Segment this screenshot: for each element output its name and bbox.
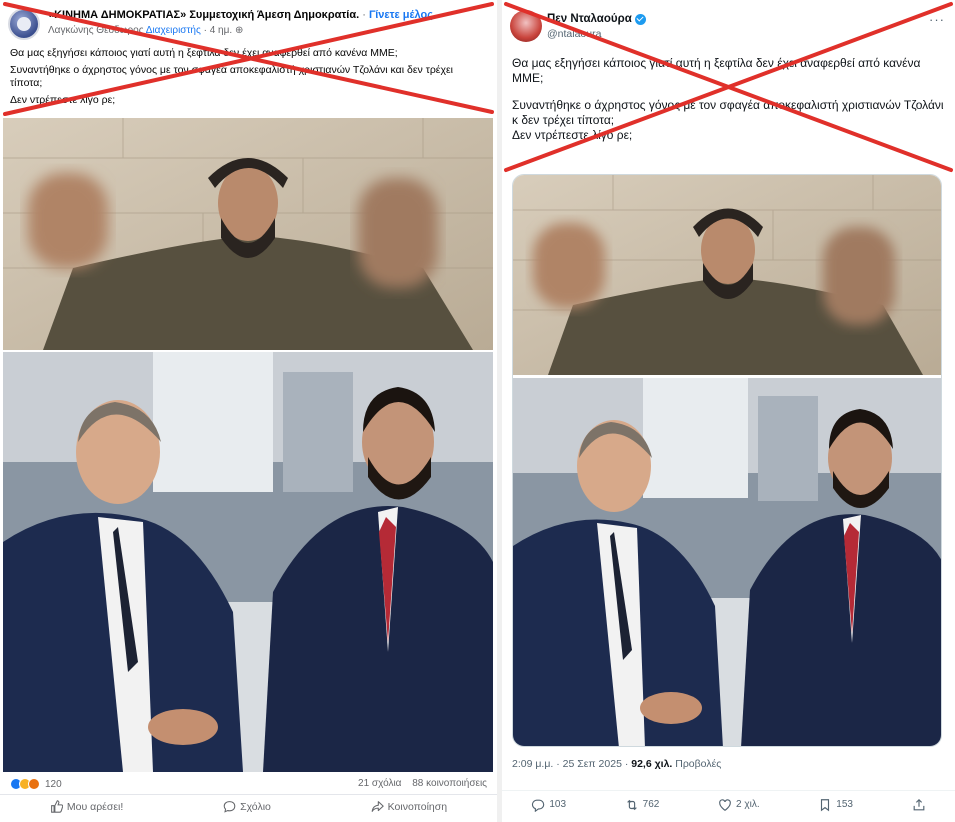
join-group-link[interactable]: Γίνετε μέλος [369, 9, 433, 21]
author-name[interactable]: Λαγκώνης Θεοδωρος [48, 25, 144, 36]
author-role: Διαχειριστής [145, 25, 201, 36]
user-handle[interactable]: @ntalaoura [547, 28, 601, 40]
comment-label: Σχόλιο [240, 800, 271, 813]
post-header: «ΚΙΝΗΜΑ ΔΗΜΟΚΡΑΤΙΑΣ» Συμμετοχική Άμεση Δ… [8, 6, 493, 40]
post-text-line: Συναντήθηκε ο άχρηστος γόνος με τον σφαγ… [10, 64, 454, 89]
post-actions: Μου αρέσει! Σχόλιο Κοινοποίηση [0, 794, 497, 818]
tweet-meta: 2:09 μ.μ. · 25 Σεπ 2025 · 92,6 χιλ. Προβ… [512, 758, 721, 770]
heart-icon [719, 798, 731, 811]
repost-button[interactable]: 762 [625, 798, 660, 812]
facebook-post: «ΚΙΝΗΜΑ ΔΗΜΟΚΡΑΤΙΑΣ» Συμμετοχική Άμεση Δ… [0, 0, 497, 822]
tweet-photo-bottom[interactable] [513, 378, 941, 746]
reply-count: 103 [549, 799, 567, 810]
reaction-summary[interactable]: 120 [10, 778, 62, 790]
like-button[interactable]: Μου αρέσει! [50, 800, 123, 813]
share-icon [371, 801, 384, 812]
tweet-photo-top[interactable] [513, 175, 941, 375]
x-post: Πεν Νταλαούρα @ntalaoura ··· Θα μας εξηγ… [502, 0, 955, 822]
like-count: 2 χιλ. [736, 799, 760, 810]
post-text: Θα μας εξηγήσει κάποιος γιατί αυτή η ξεφ… [10, 47, 480, 111]
post-text-line: Δεν ντρέπεστε λίγο ρε; [10, 94, 116, 106]
bookmark-count: 153 [836, 799, 853, 810]
author-line: Λαγκώνης Θεοδωρος Διαχειριστής · 4 ημ. ⊕ [48, 25, 244, 36]
tweet-media[interactable] [512, 174, 942, 747]
views-label: Προβολές [675, 758, 722, 770]
share-label: Κοινοποίηση [387, 800, 448, 813]
display-name[interactable]: Πεν Νταλαούρα [547, 13, 632, 25]
group-name[interactable]: «ΚΙΝΗΜΑ ΔΗΜΟΚΡΑΤΙΑΣ» Συμμετοχική Άμεση Δ… [48, 9, 359, 21]
verified-icon [634, 13, 646, 25]
upload-icon [913, 798, 924, 810]
tweet-text: Θα μας εξηγήσει κάποιος γιατί αυτή η ξεφ… [512, 56, 944, 155]
share-button[interactable] [912, 798, 926, 812]
group-avatar[interactable] [8, 8, 40, 40]
tweet-paragraph: Δεν ντρέπεστε λίγο ρε; [512, 128, 633, 142]
user-avatar[interactable] [510, 10, 542, 42]
bookmark-icon [821, 798, 830, 811]
repost-icon [626, 799, 637, 810]
reaction-count: 120 [45, 778, 62, 790]
post-stats: 21 σχόλια 88 κοινοποιήσεις [358, 778, 487, 789]
share-button[interactable]: Κοινοποίηση [371, 800, 447, 813]
post-text-line: Θα μας εξηγήσει κάποιος γιατί αυτή η ξεφ… [10, 47, 398, 59]
comment-count[interactable]: 21 σχόλια [358, 778, 401, 789]
more-options-icon[interactable]: ··· [929, 12, 945, 27]
share-count[interactable]: 88 κοινοποιήσεις [412, 778, 487, 789]
like-button[interactable]: 2 χιλ. [718, 798, 760, 812]
tweet-paragraph: Θα μας εξηγήσει κάποιος γιατί αυτή η ξεφ… [512, 56, 921, 85]
angry-reaction-icon [28, 778, 40, 790]
globe-icon: ⊕ [234, 25, 244, 36]
reply-icon [532, 799, 545, 812]
post-time[interactable]: 4 ημ. [210, 25, 232, 36]
tweet-actions: 103 762 2 χιλ. 153 [502, 790, 955, 818]
post-photo-bottom[interactable] [3, 352, 493, 772]
comment-button[interactable]: Σχόλιο [223, 800, 271, 813]
tweet-timestamp[interactable]: 2:09 μ.μ. · 25 Σεπ 2025 · [512, 758, 628, 770]
group-name-line: «ΚΙΝΗΜΑ ΔΗΜΟΚΡΑΤΙΑΣ» Συμμετοχική Άμεση Δ… [48, 9, 433, 21]
repost-count: 762 [642, 799, 660, 810]
views-count: 92,6 χιλ. [631, 758, 673, 770]
post-photo-top[interactable] [3, 118, 493, 350]
bookmark-button[interactable]: 153 [818, 798, 853, 812]
like-icon [50, 800, 63, 813]
like-label: Μου αρέσει! [66, 800, 124, 813]
comment-icon [223, 801, 236, 813]
tweet-paragraph: Συναντήθηκε ο άχρηστος γόνος με τον σφαγ… [512, 98, 944, 127]
display-name-line: Πεν Νταλαούρα [547, 13, 646, 25]
reply-button[interactable]: 103 [531, 798, 566, 812]
